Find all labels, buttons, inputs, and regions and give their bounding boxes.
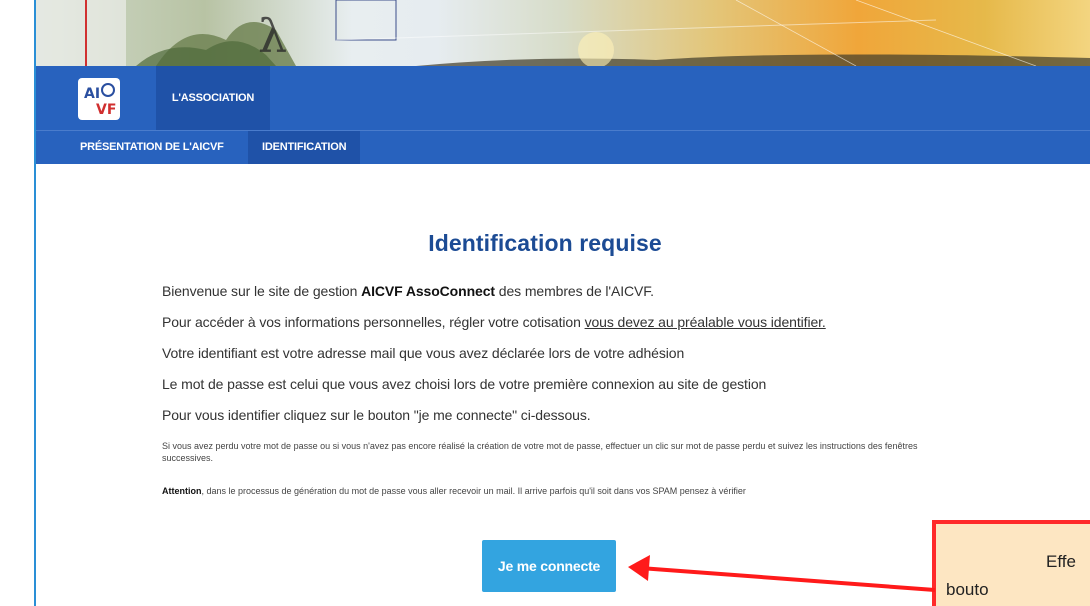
nav-item-identification[interactable]: IDENTIFICATION bbox=[248, 131, 361, 164]
spam-warning-text: , dans le processus de génération du mot… bbox=[201, 486, 746, 496]
page: λ AI VF L'ASSOCIATION PRÉSENTATION DE L'… bbox=[0, 0, 1090, 606]
welcome-text-prefix: Bienvenue sur le site de gestion bbox=[162, 283, 362, 299]
spam-warning-note: Attention, dans le processus de générati… bbox=[162, 485, 942, 497]
welcome-text-suffix: des membres de l'AICVF. bbox=[494, 283, 654, 299]
aicvf-logo[interactable]: AI VF bbox=[78, 78, 120, 120]
identify-link[interactable]: vous devez au préalable vous identifier. bbox=[585, 314, 826, 330]
identifier-info-text: Votre identifiant est votre adresse mail… bbox=[162, 345, 685, 361]
connect-button[interactable]: Je me connecte bbox=[482, 540, 616, 592]
secondary-nav: PRÉSENTATION DE L'AICVF IDENTIFICATION bbox=[36, 130, 1090, 164]
connect-instruction-text: Pour vous identifier cliquez sur le bout… bbox=[162, 407, 591, 423]
page-title: Identification requise bbox=[428, 230, 662, 256]
lost-password-note: Si vous avez perdu votre mot de passe ou… bbox=[162, 441, 918, 463]
callout-text-line2: bouto bbox=[946, 580, 989, 599]
header-banner-image: λ bbox=[36, 0, 1090, 66]
access-info-text: Pour accéder à vos informations personne… bbox=[162, 314, 826, 330]
callout-text-line1: Effe bbox=[1046, 552, 1076, 571]
svg-text:λ: λ bbox=[258, 9, 287, 63]
welcome-text: Bienvenue sur le site de gestion AICVF A… bbox=[162, 283, 654, 299]
welcome-text-brand: AICVF AssoConnect bbox=[361, 283, 495, 299]
password-info-text: Le mot de passe est celui que vous avez … bbox=[162, 376, 767, 392]
primary-nav: AI VF L'ASSOCIATION bbox=[36, 66, 1090, 130]
access-info-prefix: Pour accéder à vos informations personne… bbox=[162, 314, 585, 330]
arrow-head-icon bbox=[628, 555, 650, 581]
banner-graphics: λ bbox=[36, 0, 1090, 66]
aicvf-logo-icon: AI VF bbox=[80, 80, 118, 118]
spam-warning-label: Attention bbox=[162, 486, 202, 496]
nav-item-association[interactable]: L'ASSOCIATION bbox=[156, 66, 270, 130]
annotation-callout-box: Effe bouto bbox=[932, 520, 1090, 606]
nav-item-presentation[interactable]: PRÉSENTATION DE L'AICVF bbox=[80, 131, 224, 164]
svg-text:AI: AI bbox=[84, 86, 100, 102]
svg-text:VF: VF bbox=[96, 102, 116, 118]
